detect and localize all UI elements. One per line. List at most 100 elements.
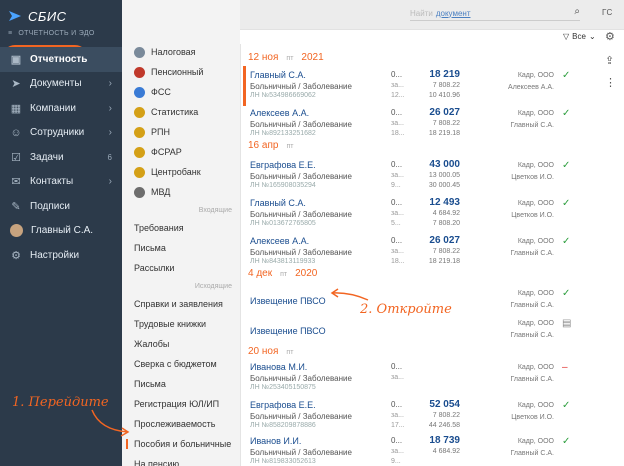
table-row[interactable]: Извещение ПВСО Кадр, ООО Главный С.А. ▤: [248, 318, 588, 354]
col-code-3: 18...: [391, 130, 405, 137]
amount-total: 43 000: [429, 159, 460, 170]
category-item[interactable]: Пенсионный: [122, 62, 240, 82]
pension-icon: [134, 66, 145, 78]
col-code-2: за...: [391, 210, 404, 217]
organization: Кадр, ООО: [517, 110, 554, 117]
table-row[interactable]: Главный С.А. Больничный / Заболевание ЛН №…: [248, 197, 588, 234]
category-item[interactable]: Письма: [122, 238, 240, 258]
sidebar-item-settings[interactable]: ⚙ Настройки: [0, 243, 122, 268]
sick-note-number: ЛН №858209878886: [250, 422, 316, 429]
category-item[interactable]: Сверка с бюджетом: [122, 354, 240, 374]
category-item[interactable]: Требования: [122, 218, 240, 238]
status-icon: –: [562, 362, 568, 373]
screen: СБИС ≡ ОТЧЕТНОСТЬ И ЭДО ▣ Отчетность ➤ Док…: [0, 0, 624, 466]
user-initials[interactable]: ГС: [602, 8, 613, 17]
sidebar-item-profile[interactable]: Главный С.А.: [0, 219, 122, 244]
search-input[interactable]: Найти документ ⌕: [410, 6, 580, 21]
organization: Кадр, ООО: [517, 364, 554, 371]
filter-all[interactable]: ▽ Все ⌄: [563, 32, 596, 41]
category-item[interactable]: Справки и заявления: [122, 294, 240, 314]
category-label: РПН: [151, 127, 170, 137]
sick-note-number: ЛН №892133251682: [250, 130, 316, 137]
sidebar-item-reports[interactable]: ▣ Отчетность: [0, 47, 122, 72]
employee-name: Евграфова Е.Е.: [250, 400, 316, 410]
sidebar-item-employees[interactable]: ☺ Сотрудники ›: [0, 121, 122, 146]
organization: Кадр, ООО: [517, 290, 554, 297]
responsible-person: Главный С.А.: [510, 450, 554, 457]
search-link[interactable]: документ: [436, 9, 471, 18]
status-icon: ✓: [562, 70, 571, 81]
sidebar-item-contacts[interactable]: ✉ Контакты ›: [0, 170, 122, 195]
category-item[interactable]: Жалобы: [122, 334, 240, 354]
category-item[interactable]: Регистрация ЮЛ/ИП: [122, 394, 240, 414]
section-header[interactable]: Входящие: [122, 202, 240, 218]
table-row[interactable]: Иванова М.И. Больничный / Заболевание ЛН №…: [248, 362, 588, 398]
search-icon[interactable]: ⌕: [574, 6, 580, 17]
category-item[interactable]: Трудовые книжки: [122, 314, 240, 334]
category-item[interactable]: Налоговая: [122, 42, 240, 62]
table-row[interactable]: Алексеев А.А. Больничный / Заболевание ЛН …: [248, 235, 588, 272]
category-item[interactable]: РПН: [122, 122, 240, 142]
step1-label: 1. Перейдите: [12, 395, 109, 410]
category-label: Налоговая: [151, 47, 196, 57]
sidebar-item-documents[interactable]: ➤ Документы ›: [0, 72, 122, 97]
category-item[interactable]: МВД: [122, 182, 240, 202]
app-subtitle-row[interactable]: ≡ ОТЧЕТНОСТЬ И ЭДО: [8, 30, 95, 37]
col-code: 0...: [391, 108, 403, 117]
sidebar-item-companies[interactable]: ▦ Компании ›: [0, 96, 122, 121]
category-item[interactable]: Прослеживаемость: [122, 414, 240, 434]
category-label: На пенсию: [134, 459, 180, 466]
tasks-count: 6: [107, 152, 112, 162]
upload-icon[interactable]: ⇪: [605, 54, 614, 67]
table-row[interactable]: Иванов И.И. Больничный / Заболевание ЛН №8…: [248, 435, 588, 466]
amount-total: 18 739: [429, 435, 460, 446]
amount-part-2: 18 219.18: [428, 258, 460, 265]
selected-row-bar: [243, 66, 246, 106]
category-label: Жалобы: [134, 339, 170, 349]
col-code-2: за...: [391, 448, 404, 455]
category-item[interactable]: Рассылки: [122, 258, 240, 278]
table-row[interactable]: Евграфова Е.Е. Больничный / Заболевание ЛН…: [248, 399, 588, 436]
col-code-3: 9...: [391, 182, 401, 189]
step2-label: 2. Откройте: [360, 302, 452, 317]
table-row[interactable]: Главный С.А. Больничный / Заболевание ЛН №…: [248, 69, 588, 106]
employee-name: Евграфова Е.Е.: [250, 160, 316, 170]
search-placeholder: Найти: [410, 8, 433, 18]
category-label: Пенсионный: [151, 67, 204, 77]
col-code-3: 5...: [391, 220, 401, 227]
category-item[interactable]: Центробанк: [122, 162, 240, 182]
avatar: [10, 224, 23, 238]
amount-total: 26 027: [429, 107, 460, 118]
more-icon[interactable]: ⋮: [605, 76, 616, 89]
logo[interactable]: СБИС: [8, 6, 67, 26]
organization: Кадр, ООО: [517, 320, 554, 327]
gear-icon[interactable]: ⚙: [605, 30, 615, 43]
category-item[interactable]: Письма: [122, 374, 240, 394]
date-weekday: пт: [286, 143, 294, 150]
date-year: 2021: [301, 52, 324, 63]
sick-note-number: ЛН №253405150875: [250, 384, 316, 391]
table-row[interactable]: Евграфова Е.Е. Больничный / Заболевание ЛН…: [248, 159, 588, 196]
category-item[interactable]: На пенсию: [122, 454, 240, 466]
status-icon: ✓: [562, 236, 571, 247]
menu-icon[interactable]: ≡: [8, 30, 12, 37]
fsrar-icon: [134, 146, 145, 158]
category-item[interactable]: ФСРАР: [122, 142, 240, 162]
status-icon: ▤: [562, 318, 572, 329]
sidebar-item-tasks[interactable]: ☑ Задачи 6: [0, 145, 122, 170]
logo-icon: [9, 11, 21, 21]
sidebar-item-signatures[interactable]: ✎ Подписи: [0, 194, 122, 219]
responsible-person: Главный С.А.: [510, 302, 554, 309]
section-header[interactable]: Исходящие: [122, 278, 240, 294]
category-item[interactable]: Статистика: [122, 102, 240, 122]
col-code-3: 18...: [391, 258, 405, 265]
category-item[interactable]: ФСС: [122, 82, 240, 102]
amount-part-1: 7 808.22: [432, 412, 460, 419]
filter-icon: ▽: [563, 32, 570, 41]
category-label: Прослеживаемость: [134, 419, 216, 429]
category-item[interactable]: Пособия и больничные: [122, 434, 240, 454]
leave-type: Больничный / Заболевание: [250, 412, 352, 421]
table-row[interactable]: Алексеев А.А. Больничный / Заболевание ЛН …: [248, 107, 588, 144]
amount-part-1: 7 808.22: [432, 248, 460, 255]
send-icon: ➤: [11, 78, 21, 91]
